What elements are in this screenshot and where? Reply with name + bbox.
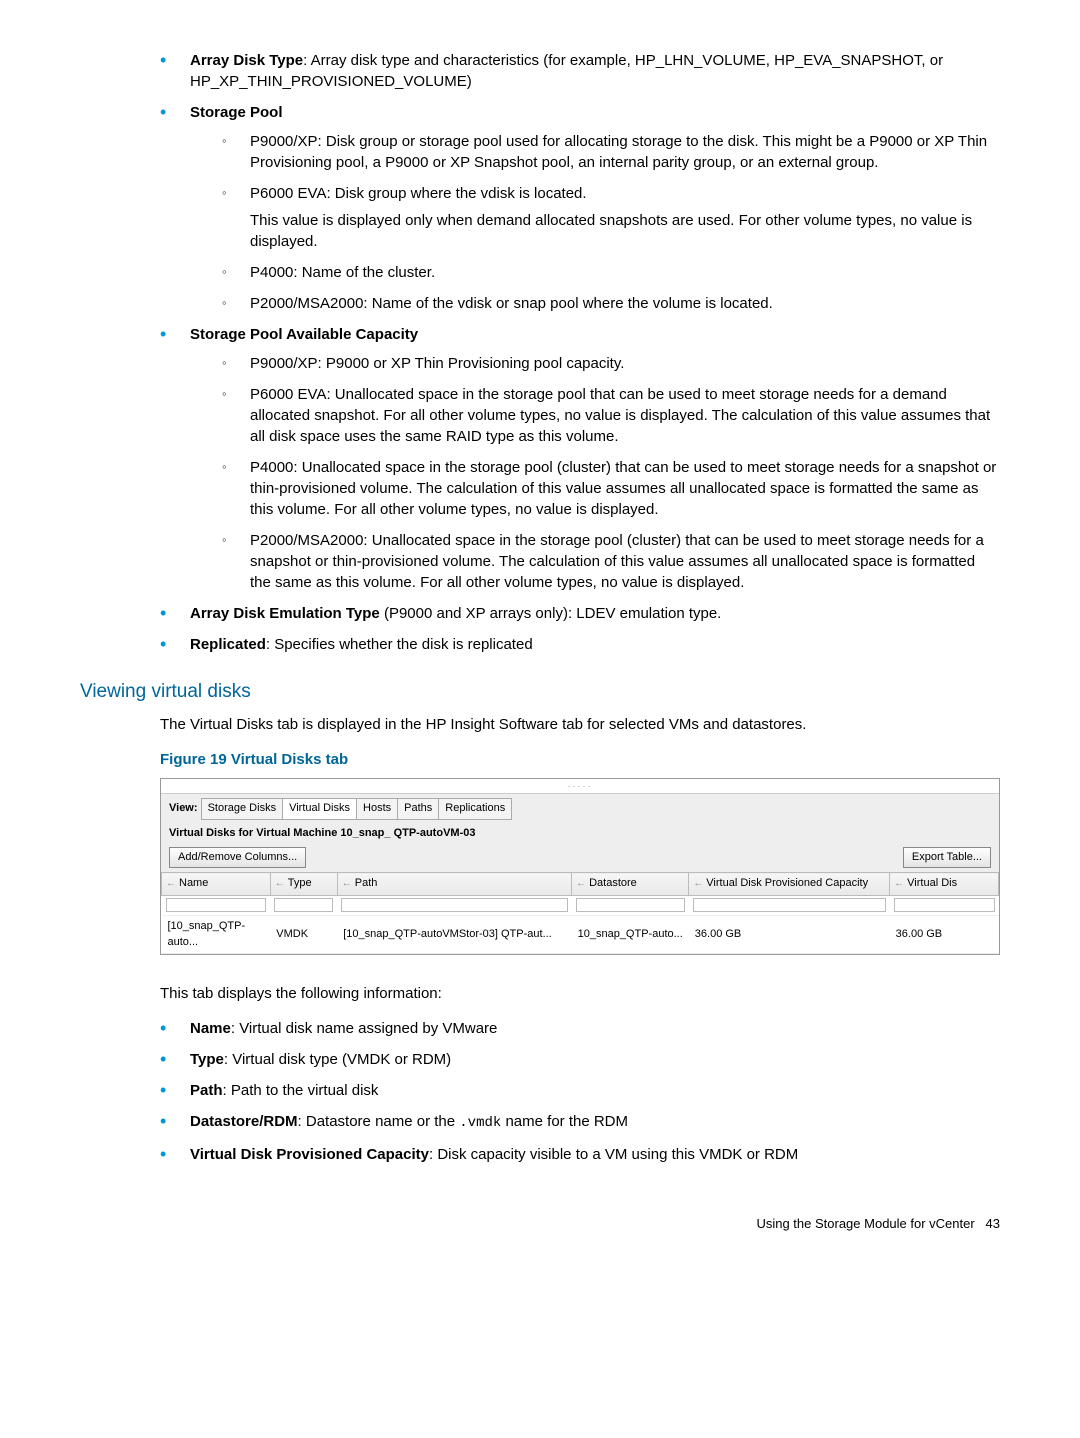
label: Storage Pool (190, 104, 283, 121)
sub-p9000xp: P9000/XP: Disk group or storage pool use… (222, 131, 1000, 173)
sub-p6000eva: P6000 EVA: Unallocated space in the stor… (222, 384, 1000, 447)
page-footer: Using the Storage Module for vCenter 43 (80, 1215, 1000, 1233)
text-a: P6000 EVA: Disk group where the vdisk is… (250, 185, 587, 202)
cell-vdis: 36.00 GB (890, 916, 999, 954)
col-prov-capacity[interactable]: ←Virtual Disk Provisioned Capacity (689, 873, 890, 895)
sub-p2000: P2000/MSA2000: Unallocated space in the … (222, 530, 1000, 593)
filter-vdis[interactable] (894, 898, 995, 912)
col-type[interactable]: ←Type (270, 873, 337, 895)
col-name[interactable]: ←Name (162, 873, 271, 895)
cell-name: [10_snap_QTP-auto... (162, 916, 271, 954)
figure-virtual-disks-tab: ····· View: Storage DisksVirtual DisksHo… (160, 778, 1000, 955)
item-type: Type: Virtual disk type (VMDK or RDM) (160, 1049, 1000, 1070)
filter-prov-cap[interactable] (693, 898, 886, 912)
storage-pool-avail-sublist: P9000/XP: P9000 or XP Thin Provisioning … (190, 353, 1000, 593)
bullet-storage-pool-avail: Storage Pool Available Capacity P9000/XP… (160, 324, 1000, 593)
tab-replications[interactable]: Replications (438, 798, 512, 819)
virtual-disks-table: ←Name ←Type ←Path ←Datastore ←Virtual Di… (161, 872, 999, 954)
drag-handle-icon: ····· (161, 779, 999, 795)
sort-arrow-icon: ← (693, 878, 703, 889)
bullet-array-disk-type: Array Disk Type: Array disk type and cha… (160, 50, 1000, 92)
export-table-button[interactable]: Export Table... (903, 847, 991, 868)
view-label: View: (169, 802, 198, 814)
label: Storage Pool Available Capacity (190, 326, 418, 343)
tab-storage-disks[interactable]: Storage Disks (201, 798, 283, 819)
storage-pool-sublist: P9000/XP: Disk group or storage pool use… (190, 131, 1000, 314)
tab-virtual-disks[interactable]: Virtual Disks (282, 798, 357, 819)
cell-prov-cap: 36.00 GB (689, 916, 890, 954)
filter-name[interactable] (166, 898, 267, 912)
sort-arrow-icon: ← (894, 878, 904, 889)
figure-buttons-row: Add/Remove Columns... Export Table... (161, 847, 999, 872)
cell-type: VMDK (270, 916, 337, 954)
item-name: Name: Virtual disk name assigned by VMwa… (160, 1018, 1000, 1039)
cell-path: [10_snap_QTP-autoVMStor-03] QTP-aut... (337, 916, 571, 954)
col-path[interactable]: ←Path (337, 873, 571, 895)
page-number: 43 (986, 1216, 1000, 1231)
filter-datastore[interactable] (576, 898, 685, 912)
bullet-array-disk-emu: Array Disk Emulation Type (P9000 and XP … (160, 603, 1000, 624)
tab-hosts[interactable]: Hosts (356, 798, 398, 819)
item-prov-cap: Virtual Disk Provisioned Capacity: Disk … (160, 1144, 1000, 1165)
after-figure-list: Name: Virtual disk name assigned by VMwa… (80, 1018, 1000, 1165)
col-datastore[interactable]: ←Datastore (572, 873, 689, 895)
sort-arrow-icon: ← (342, 878, 352, 889)
bullet-storage-pool: Storage Pool P9000/XP: Disk group or sto… (160, 102, 1000, 314)
cell-datastore: 10_snap_QTP-auto... (572, 916, 689, 954)
text: : Array disk type and characteristics (f… (190, 52, 943, 90)
sort-arrow-icon: ← (166, 878, 176, 889)
view-tabs-row: View: Storage DisksVirtual DisksHostsPat… (161, 794, 999, 823)
footer-text: Using the Storage Module for vCenter (756, 1216, 974, 1231)
text-b: This value is displayed only when demand… (250, 210, 1000, 252)
sub-p4000: P4000: Name of the cluster. (222, 262, 1000, 283)
section-heading: Viewing virtual disks (80, 679, 1000, 706)
sub-p4000: P4000: Unallocated space in the storage … (222, 457, 1000, 520)
sub-p6000eva: P6000 EVA: Disk group where the vdisk is… (222, 183, 1000, 252)
item-datastore: Datastore/RDM: Datastore name or the .vm… (160, 1111, 1000, 1134)
figure-subtitle: Virtual Disks for Virtual Machine 10_sna… (161, 824, 999, 847)
text: : Specifies whether the disk is replicat… (266, 636, 533, 653)
sub-p2000: P2000/MSA2000: Name of the vdisk or snap… (222, 293, 1000, 314)
sort-arrow-icon: ← (576, 878, 586, 889)
bullet-replicated: Replicated: Specifies whether the disk i… (160, 634, 1000, 655)
col-virtual-dis[interactable]: ←Virtual Dis (890, 873, 999, 895)
table-filter-row (162, 895, 999, 915)
table-header-row: ←Name ←Type ←Path ←Datastore ←Virtual Di… (162, 873, 999, 895)
top-bullet-list: Array Disk Type: Array disk type and cha… (80, 50, 1000, 655)
after-figure-intro: This tab displays the following informat… (160, 983, 1000, 1004)
add-remove-columns-button[interactable]: Add/Remove Columns... (169, 847, 306, 868)
item-path: Path: Path to the virtual disk (160, 1080, 1000, 1101)
figure-caption: Figure 19 Virtual Disks tab (160, 749, 1000, 770)
text: (P9000 and XP arrays only): LDEV emulati… (380, 605, 722, 622)
table-row[interactable]: [10_snap_QTP-auto... VMDK [10_snap_QTP-a… (162, 916, 999, 954)
label: Array Disk Emulation Type (190, 605, 380, 622)
tab-paths[interactable]: Paths (397, 798, 439, 819)
filter-type[interactable] (274, 898, 333, 912)
sort-arrow-icon: ← (275, 878, 285, 889)
sub-p9000xp: P9000/XP: P9000 or XP Thin Provisioning … (222, 353, 1000, 374)
label: Replicated (190, 636, 266, 653)
label: Array Disk Type (190, 52, 303, 69)
filter-path[interactable] (341, 898, 567, 912)
section-intro: The Virtual Disks tab is displayed in th… (160, 714, 1000, 735)
